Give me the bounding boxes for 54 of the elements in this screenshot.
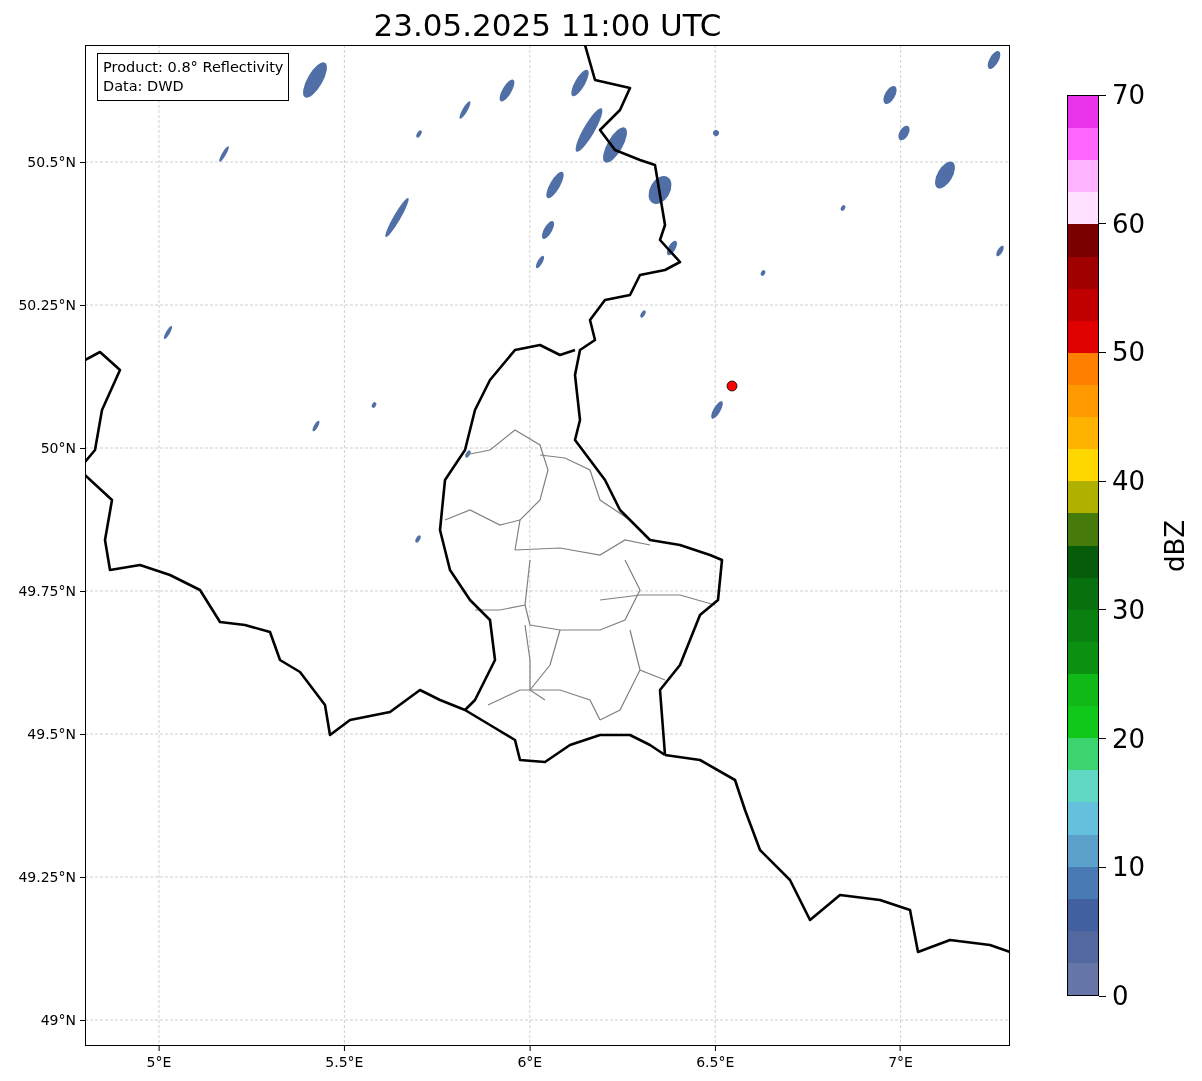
longitude-label: 6.5°E <box>696 1054 735 1070</box>
radar-echo <box>546 171 564 199</box>
radar-echo <box>640 310 646 318</box>
colorbar-tick-label: 50 <box>1112 337 1146 368</box>
longitude-label: 5.5°E <box>325 1054 364 1070</box>
colorbar-tick-label: 60 <box>1112 208 1146 239</box>
radar-echo <box>935 161 955 189</box>
radar-echo <box>575 108 603 152</box>
latitude-label: 49.75°N <box>18 583 76 599</box>
longitude-label: 5°E <box>146 1054 172 1070</box>
radar-echo <box>459 101 471 119</box>
radar-echo <box>648 176 672 204</box>
radar-echo <box>416 130 422 138</box>
radar-echo <box>312 420 320 432</box>
colorbar-tick-label: 30 <box>1112 594 1146 625</box>
radar-echo <box>883 86 897 104</box>
colorbar-label: dBZ <box>1160 519 1191 572</box>
longitude-label: 7°E <box>888 1054 913 1070</box>
legend-text: Product: 0.8° Reflectivity <box>103 58 284 77</box>
chart-title: 23.05.2025 11:00 UTC <box>373 6 722 45</box>
radar-echo <box>603 127 627 163</box>
colorbar-tick-label: 10 <box>1112 852 1146 883</box>
radar-echo <box>987 51 1001 69</box>
radar-echo <box>713 130 719 136</box>
radar-echo <box>760 270 766 276</box>
radar-echo <box>371 402 377 408</box>
radar-echo <box>499 79 515 102</box>
colorbar-tick-label: 40 <box>1112 466 1146 497</box>
latitude-label: 49.5°N <box>27 726 76 742</box>
radar-echo <box>219 146 229 162</box>
colorbar-tick-label: 0 <box>1112 981 1129 1011</box>
radar-echo <box>571 69 589 97</box>
latitude-label: 50.5°N <box>27 154 76 170</box>
colorbar-tick-label: 70 <box>1112 80 1146 110</box>
radar-echo <box>385 197 409 238</box>
legend-text: Data: DWD <box>103 77 185 96</box>
radar-echo <box>840 205 846 211</box>
latitude-label: 50°N <box>40 440 76 456</box>
longitude-label: 6°E <box>517 1054 543 1070</box>
latitude-label: 49°N <box>40 1012 76 1028</box>
location-marker <box>726 380 738 392</box>
radar-echo <box>711 401 723 419</box>
radar-echo <box>303 62 327 98</box>
colorbar-tick-label: 20 <box>1112 723 1146 754</box>
radar-echo <box>898 125 910 141</box>
radar-echo <box>535 255 545 269</box>
radar-echo <box>667 240 677 256</box>
radar-echo <box>415 535 421 543</box>
radar-echo <box>163 325 173 340</box>
latitude-label: 49.25°N <box>18 869 76 885</box>
radar-echo <box>996 245 1004 257</box>
radar-echo <box>541 221 555 239</box>
radar-echo <box>465 450 471 458</box>
latitude-label: 50.25°N <box>18 297 76 313</box>
